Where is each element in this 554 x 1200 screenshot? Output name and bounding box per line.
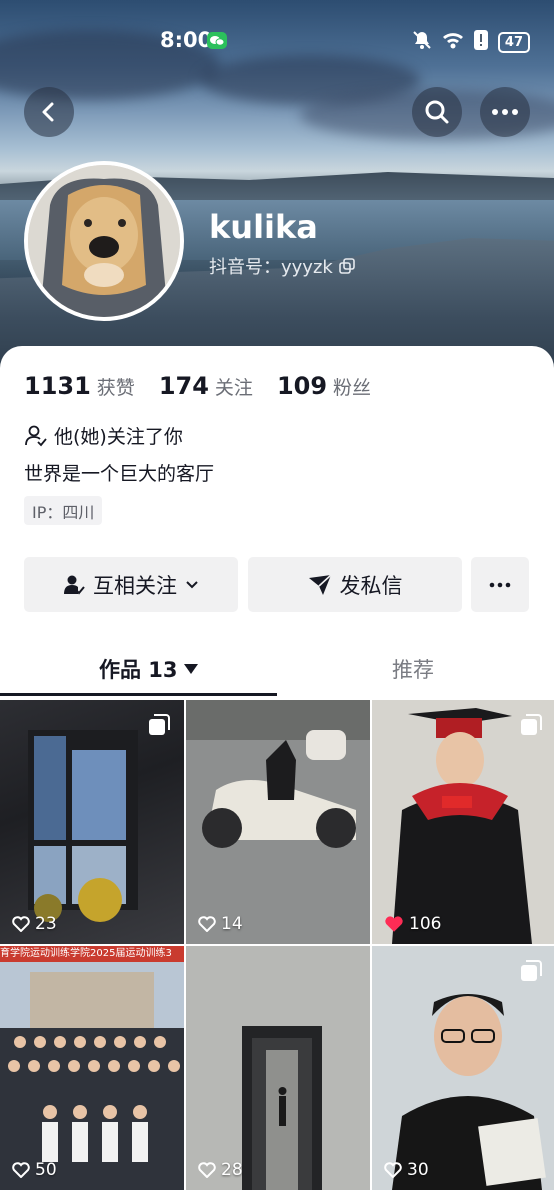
multi-image-icon [149, 714, 170, 735]
status-time: 8:00 [160, 28, 213, 52]
more-options-button[interactable] [480, 87, 530, 137]
mutual-follow-label: 互相关注 [93, 573, 177, 598]
stat-value: 1131 [24, 372, 91, 400]
post-likes: 106 [384, 914, 441, 934]
post-tile[interactable]: 30 [372, 946, 554, 1190]
post-likes: 23 [12, 914, 57, 934]
ip-location-tag: IP：四川 [24, 496, 103, 525]
tab-recommend[interactable]: 推荐 [392, 654, 434, 684]
tab-works[interactable]: 作品 13 [99, 654, 198, 684]
active-tab-indicator [0, 693, 277, 696]
status-bar: 8:00 47 [0, 26, 554, 58]
more-dots-icon [492, 109, 518, 115]
post-likes-count: 14 [221, 914, 243, 934]
douyin-id-text: 抖音号：yyyzk [209, 257, 333, 278]
mutual-follow-button[interactable]: 互相关注 [24, 557, 238, 612]
search-button[interactable] [412, 87, 462, 137]
stat-value: 109 [276, 372, 328, 400]
stat-following[interactable]: 174 关注 [159, 372, 253, 400]
post-likes: 14 [198, 914, 243, 934]
user-check-icon [25, 425, 47, 446]
post-tile[interactable]: 106 [372, 700, 554, 944]
caret-down-icon [183, 664, 198, 674]
profile-cover: 8:00 47 kulika 抖音号：yyyzk [0, 0, 554, 372]
profile-tabs: 作品 13 推荐 [0, 636, 554, 698]
post-likes: 30 [384, 1160, 429, 1180]
profile-nickname: kulika [209, 208, 318, 246]
alert-icon [473, 30, 488, 54]
heart-outline-icon [12, 1162, 30, 1178]
profile-stats: 1131 获赞 174 关注 109 粉丝 [24, 372, 395, 400]
more-dots-icon [489, 582, 511, 587]
heart-filled-icon [385, 916, 403, 932]
search-icon [425, 100, 449, 124]
stat-label: 粉丝 [333, 377, 372, 399]
follows-you-note: 他(她)关注了你 [24, 422, 183, 449]
post-likes: 28 [198, 1160, 243, 1180]
graduation-boy-photo [372, 700, 554, 944]
send-message-button[interactable]: 发私信 [248, 557, 462, 612]
follows-you-text: 他(她)关注了你 [54, 426, 183, 448]
post-tile[interactable]: 14 [186, 700, 370, 944]
post-tile[interactable]: 育学院运动训练学院2025届运动训练3 50 [0, 946, 184, 1190]
mute-bell-icon [412, 30, 432, 54]
heart-outline-icon [198, 1162, 216, 1178]
multi-image-icon [521, 960, 542, 981]
copy-icon[interactable] [339, 258, 355, 274]
stat-likes[interactable]: 1131 获赞 [24, 372, 135, 400]
dog-avatar-image [28, 165, 180, 317]
avatar[interactable] [24, 161, 184, 321]
post-likes-count: 30 [407, 1160, 429, 1180]
mutual-follow-icon [64, 575, 85, 594]
doorway-photo [186, 946, 370, 1190]
boy-reading-photo [372, 946, 554, 1190]
banner-text: 育学院运动训练学院2025届运动训练3 [0, 946, 184, 962]
douyin-id[interactable]: 抖音号：yyyzk [209, 253, 355, 279]
stat-followers[interactable]: 109 粉丝 [277, 372, 371, 400]
post-likes-count: 50 [35, 1160, 57, 1180]
heart-outline-icon [384, 1162, 402, 1178]
tab-works-label: 作品 13 [99, 658, 178, 682]
more-actions-button[interactable] [471, 557, 529, 612]
window-photo [28, 730, 138, 922]
stat-label: 关注 [214, 377, 253, 399]
chevron-left-icon [42, 102, 54, 122]
posts-grid: 23 14 106 育学院运动训练学院2025届运动训练3 50 28 30 [0, 700, 554, 1190]
post-likes-count: 28 [221, 1160, 243, 1180]
heart-outline-icon [198, 916, 216, 932]
stat-label: 获赞 [96, 377, 135, 399]
send-message-label: 发私信 [339, 573, 403, 598]
multi-image-icon [521, 714, 542, 735]
battery-indicator: 47 [497, 31, 530, 53]
post-tile[interactable]: 23 [0, 700, 184, 944]
scooter-dog-photo [186, 700, 370, 944]
post-likes: 50 [12, 1160, 57, 1180]
wechat-notification-icon [207, 32, 227, 49]
profile-bio: 世界是一个巨大的客厅 [24, 463, 215, 485]
send-icon [308, 573, 332, 595]
post-likes-count: 106 [409, 914, 442, 934]
post-likes-count: 23 [35, 914, 57, 934]
chevron-down-icon [186, 580, 198, 588]
stat-value: 174 [158, 372, 209, 400]
heart-outline-icon [12, 916, 30, 932]
post-tile[interactable]: 28 [186, 946, 370, 1190]
back-button[interactable] [24, 87, 74, 137]
tab-recommend-label: 推荐 [392, 658, 434, 682]
status-icons: 47 [412, 30, 530, 54]
wifi-icon [442, 31, 464, 53]
group-graduation-photo [0, 962, 184, 1190]
